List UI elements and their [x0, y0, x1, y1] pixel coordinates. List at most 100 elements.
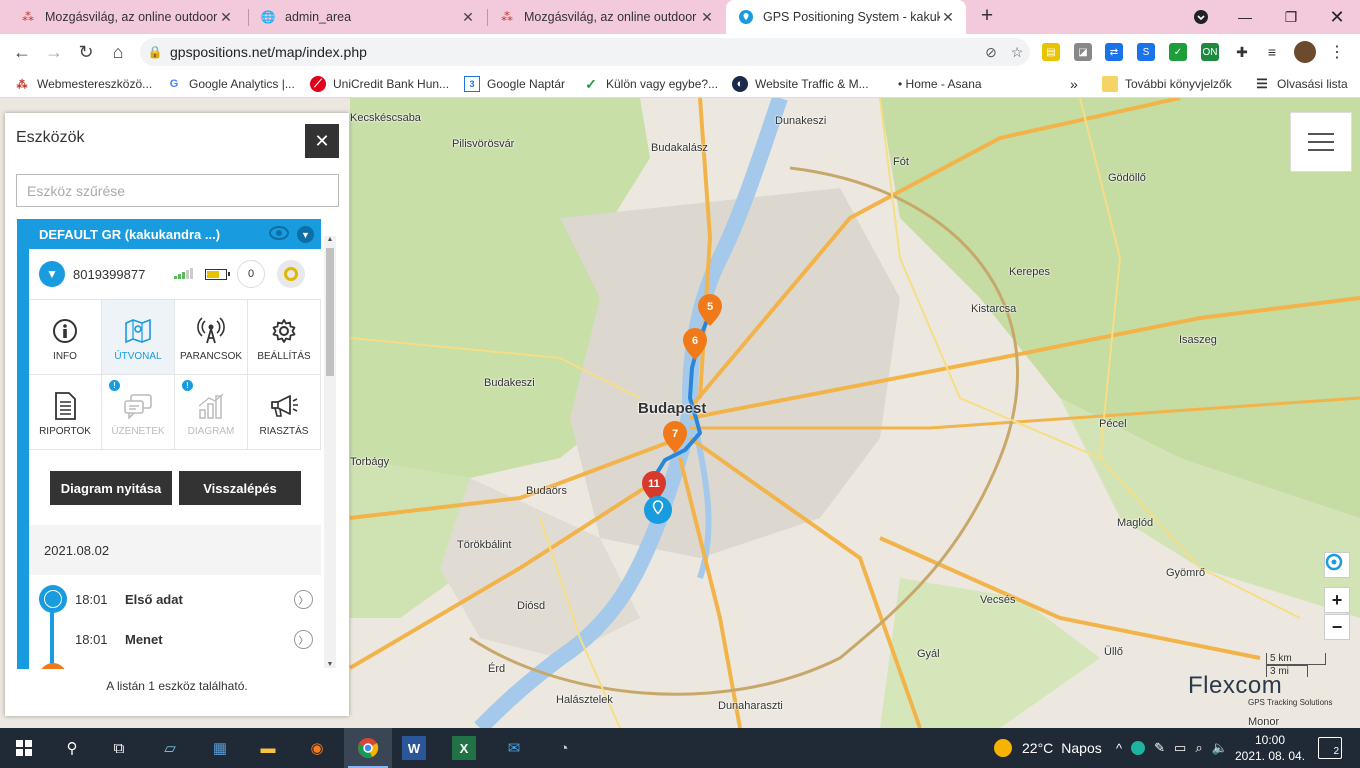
folder-app-icon[interactable]: ▬	[254, 734, 282, 762]
show-hidden-icons-chevron-icon[interactable]: ^	[1116, 741, 1122, 756]
device-group-header[interactable]: · · · DEFAULT GR (kakukandra ...) ▼	[23, 219, 321, 249]
windows-start-icon[interactable]	[10, 734, 38, 762]
browser-tab-1[interactable]: ⁂ Mozgásvilág, az online outdoor m ✕	[8, 0, 244, 34]
restore-icon[interactable]: ❐	[1268, 0, 1314, 34]
close-tab-icon[interactable]: ✕	[460, 9, 476, 26]
scroll-down-icon[interactable]: ▼	[324, 661, 336, 668]
zoom-out-button[interactable]: −	[1324, 614, 1350, 640]
bookmark-item[interactable]: G Google Analytics |...	[166, 75, 295, 93]
timeline-item[interactable]: 18:01 Menet 〉	[75, 629, 313, 649]
extension-check-icon[interactable]: ✓	[1169, 43, 1187, 61]
device-row[interactable]: ▼ 8019399877 0	[29, 249, 321, 299]
bookmark-item[interactable]: ⁂ Webmestereszközö...	[14, 75, 153, 93]
tray-app-icon[interactable]	[1131, 741, 1146, 755]
word-app-icon[interactable]: W	[402, 736, 426, 760]
bookmark-item[interactable]: ◐ Website Traffic & M...	[732, 75, 869, 93]
back-button[interactable]: Visszalépés	[179, 471, 301, 505]
mail-app-icon[interactable]: ✉	[500, 734, 528, 762]
reading-list-media-icon[interactable]: ≡	[1263, 43, 1281, 61]
drag-handle-icon[interactable]: · · ·	[23, 226, 28, 241]
action-settings[interactable]: BEÁLLÍTÁS	[248, 300, 321, 375]
reload-icon[interactable]: ↻	[74, 40, 98, 64]
bookmark-folder[interactable]: További könyvjelzők	[1102, 75, 1232, 93]
zoom-in-button[interactable]: +	[1324, 587, 1350, 613]
volume-icon[interactable]: 🔈	[1212, 740, 1228, 756]
home-icon[interactable]: ⌂	[106, 40, 130, 64]
task-view-icon[interactable]: ⧉	[105, 734, 133, 762]
action-commands[interactable]: PARANCSOK	[175, 300, 248, 375]
timeline-item[interactable]: 18:01 Első adat 〉	[75, 589, 313, 609]
panel-scrollbar[interactable]: ▲ ▼	[324, 236, 336, 668]
battery-tray-icon[interactable]: ▭	[1174, 740, 1186, 756]
browser-tab-4-active[interactable]: GPS Positioning System - kakuka ✕	[726, 0, 966, 34]
minimize-icon[interactable]: —	[1222, 0, 1268, 34]
browser-tab-3[interactable]: ⁂ Mozgásvilág, az online outdoor m ✕	[487, 0, 725, 34]
extensions-puzzle-icon[interactable]: ✚	[1233, 43, 1251, 61]
scrollbar-thumb[interactable]	[326, 248, 334, 376]
visibility-eye-icon[interactable]	[269, 226, 289, 240]
action-diagram[interactable]: ! DIAGRAM	[175, 375, 248, 450]
browser-tab-2[interactable]: 🌐 admin_area ✕	[248, 0, 486, 34]
map-menu-button[interactable]	[1290, 112, 1352, 172]
bookmark-item[interactable]: • Home - Asana	[898, 75, 982, 93]
close-tab-icon[interactable]: ✕	[940, 9, 956, 26]
extension-notes-icon[interactable]: ▤	[1042, 43, 1060, 61]
browser-menu-icon[interactable]: ⋮	[1328, 43, 1346, 61]
forward-arrow-icon[interactable]: →	[42, 40, 66, 64]
action-messages[interactable]: ! ÜZENETEK	[102, 375, 175, 450]
tab-search-icon[interactable]	[1178, 0, 1224, 34]
url-text[interactable]: gpspositions.net/map/index.php	[170, 44, 978, 60]
reading-list[interactable]: ☰ Olvasási lista	[1254, 75, 1348, 93]
new-tab-button[interactable]: +	[977, 5, 997, 26]
locate-me-button[interactable]	[1324, 552, 1350, 578]
more-bookmarks-chevron-icon[interactable]: »	[1070, 75, 1078, 93]
action-reports[interactable]: RIPORTOK	[29, 375, 102, 450]
extension-on-icon[interactable]: ON	[1201, 43, 1219, 61]
bookmark-star-icon[interactable]: ☆	[1004, 44, 1030, 61]
open-diagram-button[interactable]: Diagram nyitása	[50, 471, 172, 505]
weather-widget[interactable]: 22°C Napos	[994, 728, 1102, 768]
tray-edit-icon[interactable]: ✎	[1154, 740, 1165, 756]
alert-badge-icon: !	[109, 380, 120, 391]
network-icon[interactable]: ⌕	[1195, 740, 1202, 756]
extension-stamp-icon[interactable]: ◪	[1074, 43, 1092, 61]
site-permissions-icon[interactable]: ⊘	[978, 44, 1004, 61]
scroll-up-icon[interactable]: ▲	[324, 236, 336, 243]
profile-avatar[interactable]	[1294, 41, 1316, 63]
map-place-label: Maglód	[1117, 517, 1154, 529]
search-icon[interactable]: ⚲	[58, 734, 86, 762]
extension-screenshot-icon[interactable]: S	[1137, 43, 1155, 61]
close-tab-icon[interactable]: ✕	[699, 9, 715, 26]
action-info[interactable]: INFO	[29, 300, 102, 375]
back-arrow-icon[interactable]: ←	[10, 40, 34, 64]
close-tab-icon[interactable]: ✕	[218, 9, 234, 26]
chevron-down-icon[interactable]: ▼	[297, 226, 314, 243]
close-window-icon[interactable]: ✕	[1314, 0, 1360, 34]
calculator-app-icon[interactable]: ▦	[206, 734, 234, 762]
chevron-right-icon[interactable]: 〉	[294, 629, 313, 649]
device-filter-input[interactable]	[16, 174, 339, 207]
bookmark-item[interactable]: 3 Google Naptár	[464, 75, 565, 93]
lock-icon[interactable]: 🔒	[140, 45, 170, 59]
action-alarm[interactable]: RIASZTÁS	[248, 375, 321, 450]
chrome-app-icon[interactable]	[344, 728, 392, 768]
recorder-app-icon[interactable]: ◔	[550, 734, 578, 762]
map-place-label: Gyál	[917, 648, 940, 660]
chevron-right-icon[interactable]: 〉	[294, 589, 313, 609]
extension-translate-icon[interactable]: ⇄	[1105, 43, 1123, 61]
action-route[interactable]: ÚTVONAL	[102, 300, 175, 375]
focus-target-icon[interactable]	[277, 260, 305, 288]
collapse-device-chevron-icon[interactable]: ▼	[39, 261, 65, 287]
firefox-app-icon[interactable]: ◉	[303, 734, 331, 762]
bookmark-item[interactable]: ✓ Külön vagy egybe?...	[583, 75, 718, 93]
flexcom-logo: Flexcom GPS Tracking Solutions	[1188, 672, 1332, 707]
explorer-app-icon[interactable]: ▱	[156, 734, 184, 762]
message-count-badge[interactable]: 0	[237, 260, 265, 288]
address-bar[interactable]: 🔒 gpspositions.net/map/index.php ⊘ ☆	[140, 38, 1030, 66]
system-clock[interactable]: 10:00 2021. 08. 04.	[1230, 732, 1310, 764]
notifications-icon[interactable]: 2	[1318, 737, 1342, 759]
close-panel-button[interactable]: ✕	[305, 124, 339, 158]
bookmark-item[interactable]: ⟋ UniCredit Bank Hun...	[310, 75, 449, 93]
bookmarks-bar: ⁂ Webmestereszközö... G Google Analytics |…	[0, 70, 1360, 98]
excel-app-icon[interactable]: X	[452, 736, 476, 760]
